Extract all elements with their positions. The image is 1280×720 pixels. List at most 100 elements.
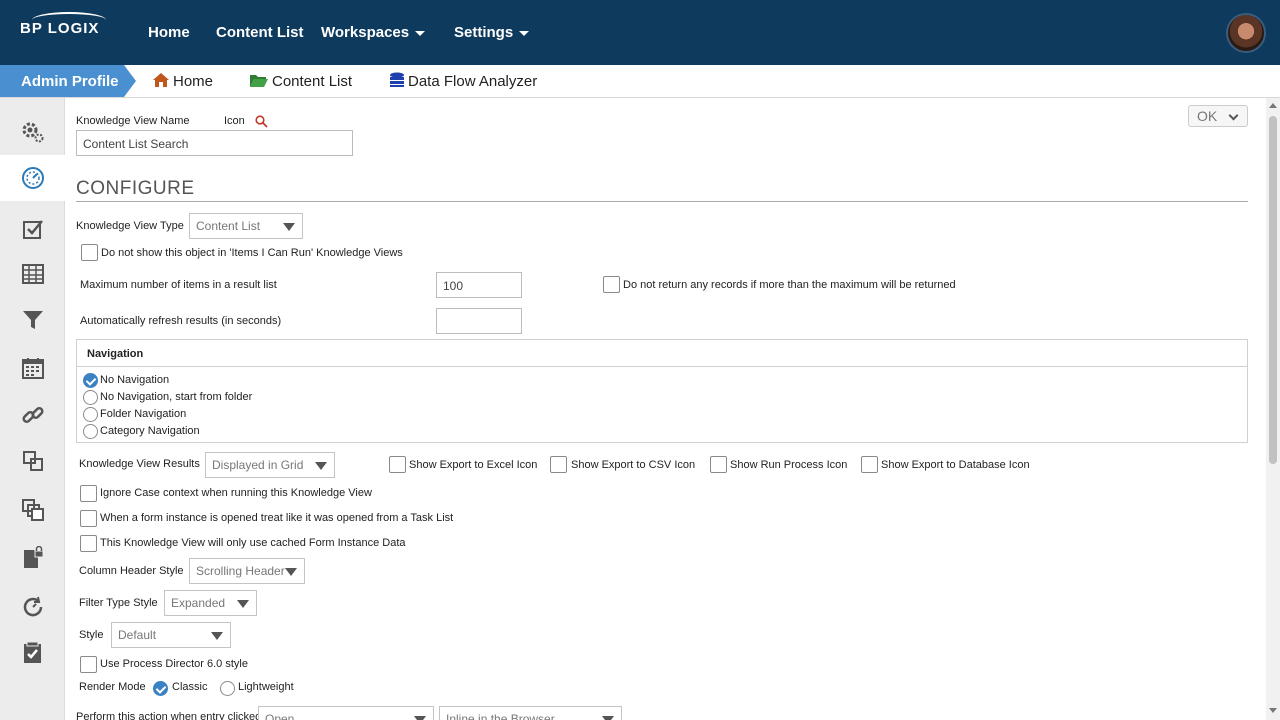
auto-refresh-label: Automatically refresh results (in second… xyxy=(80,315,282,327)
task-list-checkbox[interactable] xyxy=(80,510,97,527)
breadcrumb-data-flow-analyzer[interactable]: Data Flow Analyzer xyxy=(389,72,537,90)
task-check-icon xyxy=(23,641,41,663)
gears-icon xyxy=(22,122,43,143)
export-excel-checkbox[interactable] xyxy=(389,456,406,473)
nav-workspaces-label: Workspaces xyxy=(321,24,410,41)
sidebar-copy[interactable] xyxy=(0,438,65,484)
max-items-input[interactable]: 100 xyxy=(436,272,522,298)
perform-action-label: Perform this action when entry clicked xyxy=(76,711,262,720)
sidebar-dashboard[interactable] xyxy=(0,155,66,201)
nav-settings-label: Settings xyxy=(454,24,514,41)
sidebar-duplicate[interactable] xyxy=(0,487,65,533)
nav-workspaces[interactable]: Workspaces xyxy=(321,24,426,41)
kv-results-label: Knowledge View Results xyxy=(79,458,200,470)
sidebar-link[interactable] xyxy=(0,392,65,438)
radio-render-classic-label: Classic xyxy=(172,681,208,693)
sidebar-checklist[interactable] xyxy=(0,206,65,252)
run-process-label: Show Run Process Icon xyxy=(730,459,848,471)
no-return-label: Do not return any records if more than t… xyxy=(623,279,956,291)
ok-button[interactable]: OK xyxy=(1188,105,1248,127)
nav-home[interactable]: Home xyxy=(148,24,190,41)
filter-icon xyxy=(22,311,43,329)
not-show-label: Do not show this object in 'Items I Can … xyxy=(101,247,403,259)
radio-category-navigation-label: Category Navigation xyxy=(100,425,200,437)
main-form: Knowledge View Name Icon Content List Se… xyxy=(66,98,1266,720)
breadcrumb-home[interactable]: Home xyxy=(152,72,213,90)
radio-category-navigation[interactable] xyxy=(83,424,98,439)
radio-render-lightweight-label: Lightweight xyxy=(238,681,294,693)
export-excel-label: Show Export to Excel Icon xyxy=(409,459,538,471)
radio-no-navigation-folder[interactable] xyxy=(83,390,98,405)
max-items-label: Maximum number of items in a result list xyxy=(80,279,277,291)
pd6-checkbox[interactable] xyxy=(80,656,97,673)
sidebar-task-check[interactable] xyxy=(0,630,65,676)
duplicate-icon xyxy=(21,499,44,521)
cached-checkbox[interactable] xyxy=(80,535,97,552)
chevron-down-icon xyxy=(519,30,530,36)
filter-type-select[interactable]: Expanded xyxy=(164,590,257,616)
radio-no-navigation-label: No Navigation xyxy=(100,374,170,386)
task-list-label: When a form instance is opened treat lik… xyxy=(100,512,454,524)
user-avatar[interactable] xyxy=(1226,13,1266,53)
radio-render-classic[interactable] xyxy=(153,681,168,696)
filter-type-label: Filter Type Style xyxy=(79,597,158,609)
auto-refresh-input[interactable] xyxy=(436,308,522,334)
export-db-checkbox[interactable] xyxy=(861,456,878,473)
breadcrumb: Admin Profile Home Content List Data Flo… xyxy=(0,65,1280,98)
scroll-thumb[interactable] xyxy=(1269,116,1277,464)
ok-button-label: OK xyxy=(1197,108,1218,124)
radio-render-lightweight[interactable] xyxy=(220,681,235,696)
ignore-case-checkbox[interactable] xyxy=(80,485,97,502)
breadcrumb-data-flow-label: Data Flow Analyzer xyxy=(408,73,538,90)
top-navbar: BP LOGIX Home Content List Workspaces Se… xyxy=(0,0,1280,65)
col-header-select[interactable]: Scrolling Header xyxy=(189,558,305,584)
sidebar-refresh-gauge[interactable] xyxy=(0,584,65,630)
no-return-checkbox[interactable] xyxy=(603,276,620,293)
pd6-label: Use Process Director 6.0 style xyxy=(100,658,248,670)
export-csv-checkbox[interactable] xyxy=(550,456,567,473)
not-show-checkbox[interactable] xyxy=(81,244,98,261)
sidebar-calendar[interactable] xyxy=(0,345,65,391)
style-select[interactable]: Default xyxy=(111,622,231,648)
copy-icon xyxy=(22,451,43,471)
render-mode-label: Render Mode xyxy=(79,681,146,693)
locked-document-icon xyxy=(23,546,43,568)
database-icon xyxy=(390,72,404,87)
sidebar-filter[interactable] xyxy=(0,297,65,343)
export-db-label: Show Export to Database Icon xyxy=(881,459,1030,471)
kv-type-select[interactable]: Content List xyxy=(189,213,303,239)
bp-logix-logo[interactable]: BP LOGIX xyxy=(20,12,106,37)
radio-no-navigation[interactable] xyxy=(83,373,98,388)
section-divider xyxy=(76,201,1248,202)
home-icon xyxy=(153,73,169,87)
kv-name-label: Knowledge View Name xyxy=(76,115,190,127)
perform-action-select[interactable]: Open xyxy=(258,706,434,720)
admin-profile-tab[interactable]: Admin Profile xyxy=(0,65,136,97)
kv-results-select[interactable]: Displayed in Grid xyxy=(205,452,335,478)
sidebar-locked-document[interactable] xyxy=(0,535,65,581)
radio-folder-navigation-label: Folder Navigation xyxy=(100,408,187,420)
breadcrumb-content-list[interactable]: Content List xyxy=(249,72,352,90)
scroll-down-arrow[interactable] xyxy=(1269,708,1277,713)
kv-name-input[interactable]: Content List Search xyxy=(76,130,353,156)
grid-icon xyxy=(21,264,44,284)
navigation-panel: Navigation No Navigation No Navigation, … xyxy=(76,339,1248,443)
cached-label: This Knowledge View will only use cached… xyxy=(100,537,406,549)
nav-content-list[interactable]: Content List xyxy=(216,24,304,41)
search-icon[interactable] xyxy=(255,115,268,128)
kv-type-label: Knowledge View Type xyxy=(76,220,184,232)
chevron-down-icon xyxy=(415,30,426,36)
sidebar-grid[interactable] xyxy=(0,251,65,297)
vertical-scrollbar[interactable] xyxy=(1266,98,1280,720)
style-label: Style xyxy=(79,629,104,641)
perform-target-select[interactable]: Inline in the Browser xyxy=(439,706,622,720)
radio-no-navigation-folder-label: No Navigation, start from folder xyxy=(100,391,253,403)
breadcrumb-home-label: Home xyxy=(173,73,214,90)
col-header-label: Column Header Style xyxy=(79,565,184,577)
scroll-up-arrow[interactable] xyxy=(1269,103,1277,108)
run-process-checkbox[interactable] xyxy=(710,456,727,473)
section-title: CONFIGURE xyxy=(76,178,195,199)
radio-folder-navigation[interactable] xyxy=(83,407,98,422)
sidebar-gears[interactable] xyxy=(0,109,65,155)
nav-settings[interactable]: Settings xyxy=(454,24,530,41)
